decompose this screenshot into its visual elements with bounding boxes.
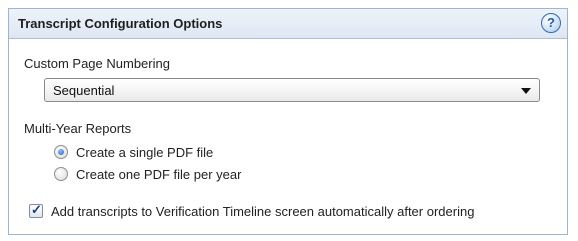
radio-label-pdf-per-year: Create one PDF file per year	[76, 167, 242, 182]
auto-add-label: Add transcripts to Verification Timeline…	[51, 204, 475, 219]
radio-button-unselected[interactable]	[54, 167, 68, 181]
panel-title: Transcript Configuration Options	[18, 16, 223, 31]
multi-year-label: Multi-Year Reports	[24, 121, 132, 136]
panel-header: Transcript Configuration Options ?	[9, 9, 567, 39]
radio-label-single-pdf: Create a single PDF file	[76, 145, 214, 160]
page-numbering-value: Sequential	[53, 83, 115, 98]
page-numbering-select[interactable]: Sequential	[44, 78, 540, 102]
radio-button-selected[interactable]	[54, 145, 68, 159]
chevron-down-icon	[521, 88, 531, 94]
radio-dot-icon	[58, 149, 64, 155]
page-numbering-label: Custom Page Numbering	[24, 56, 170, 71]
checkmark-icon: ✓	[31, 202, 42, 217]
help-icon[interactable]: ?	[541, 13, 561, 33]
auto-add-checkbox[interactable]: ✓	[29, 202, 43, 218]
